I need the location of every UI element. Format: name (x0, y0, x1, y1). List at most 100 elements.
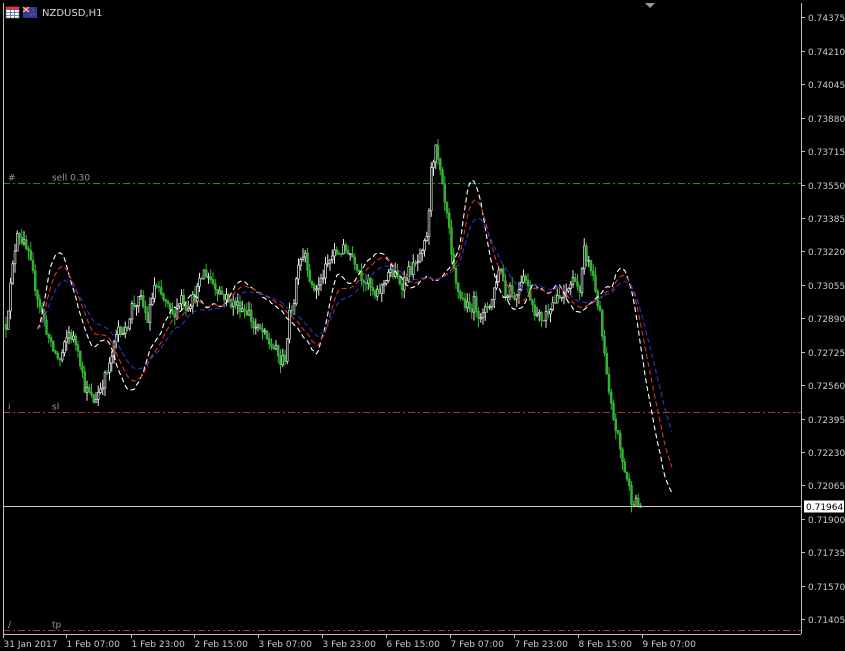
candle-body (468, 301, 471, 310)
candle-body (331, 255, 334, 261)
candle-body (270, 343, 273, 348)
candle-body (531, 299, 534, 306)
candle-body (139, 295, 143, 297)
candle-body (236, 301, 240, 306)
candle-body (634, 497, 638, 507)
candle-body (220, 290, 224, 295)
candle-body (463, 298, 467, 308)
price-tick-label: 0.73550 (808, 182, 845, 192)
candle-body (209, 276, 213, 281)
candle-body (407, 266, 411, 282)
candle (16, 230, 19, 252)
candle-body (148, 304, 152, 323)
symbol-title: NZDUSD,H1 (42, 8, 102, 19)
candle-body (189, 305, 192, 309)
candle-body (434, 144, 438, 163)
candle-body (83, 371, 86, 393)
candle-body (409, 266, 413, 275)
candle-body (241, 308, 244, 313)
candle-body (517, 289, 521, 296)
candle-body (33, 270, 37, 292)
candle (286, 337, 289, 365)
candle-body (60, 352, 64, 361)
chart-window[interactable]: # sell 0.30 i sl / tp 0.74375 0.74210 0.74045 0.… (0, 0, 845, 651)
candle-body (427, 210, 431, 237)
candle-body (108, 362, 111, 373)
candle-body (29, 250, 33, 261)
candle-body (16, 233, 19, 252)
candle-body (524, 275, 527, 281)
chart-grid-icon[interactable] (5, 6, 20, 19)
candle-body (403, 277, 406, 291)
candle-body (326, 262, 330, 265)
flag-icon[interactable] (22, 6, 37, 18)
candle-body (103, 372, 107, 389)
candle-body (256, 324, 260, 328)
candle (580, 266, 584, 297)
candle-body (504, 280, 507, 298)
candle-body (598, 305, 602, 311)
candle-body (443, 183, 447, 203)
time-tick-label: 8 Feb 15:00 (579, 640, 633, 650)
candle-body (274, 344, 278, 350)
candle-body (211, 279, 215, 284)
candle-body (461, 297, 465, 300)
candle-body (304, 252, 307, 258)
candle-body (144, 306, 147, 314)
candle-body (272, 346, 276, 350)
candle-body (92, 394, 95, 403)
candle-body (618, 432, 622, 450)
price-tick-label: 0.71405 (808, 616, 845, 626)
candle-body (283, 354, 287, 362)
price-tick-label: 0.72230 (808, 449, 845, 459)
candle-body (310, 280, 314, 286)
candle-body (454, 267, 458, 284)
price-chart[interactable]: # sell 0.30i sl/tp 0.743750.742100.740450.… (0, 0, 845, 651)
candle-body (573, 277, 577, 283)
price-tick-label: 0.72560 (808, 382, 845, 392)
candle-body (123, 326, 127, 334)
candle-body (391, 268, 395, 277)
candle-body (49, 337, 53, 342)
candle (51, 340, 55, 352)
candle-body (475, 296, 478, 312)
candle-body (558, 294, 561, 299)
candle-body (425, 236, 429, 241)
candle-body (78, 350, 82, 367)
candle-body (56, 352, 59, 359)
price-tick-label: 0.74045 (808, 81, 845, 91)
candle-body (18, 233, 21, 238)
candle-body (497, 270, 501, 282)
candle-body (337, 253, 341, 255)
candle-body (135, 305, 138, 308)
candle-body (362, 280, 366, 284)
candle-body (137, 296, 141, 307)
candle-body (128, 318, 132, 330)
candle-body (621, 448, 624, 463)
candle-body (207, 276, 210, 279)
candle-body (380, 284, 384, 294)
candle-body (535, 313, 539, 316)
candle-body (317, 284, 321, 290)
candle-body (306, 252, 309, 271)
candle-body (263, 330, 267, 333)
candle-body (448, 212, 451, 229)
candle-body (571, 277, 575, 285)
candle-body (560, 296, 563, 299)
candle (295, 276, 298, 306)
candle-body (265, 330, 269, 340)
candle-body (218, 290, 222, 295)
candle-body (277, 344, 280, 357)
candle-body (119, 326, 122, 335)
candle-body (376, 288, 379, 297)
candle-body (612, 402, 615, 420)
candle-body (299, 259, 303, 266)
candle-body (51, 340, 55, 352)
candle-body (488, 306, 492, 309)
candle-body (544, 311, 548, 321)
candle-body (76, 344, 80, 352)
candle-body (355, 264, 359, 271)
candle-body (346, 249, 350, 255)
candle-body (178, 303, 181, 307)
candle-body (533, 304, 536, 316)
